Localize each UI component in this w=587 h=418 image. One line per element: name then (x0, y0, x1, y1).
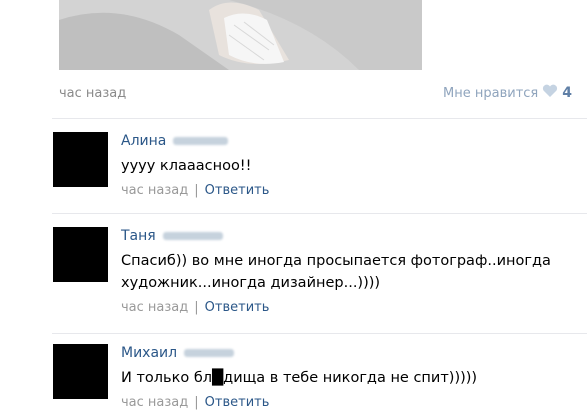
avatar[interactable] (53, 344, 108, 399)
reply-link[interactable]: Ответить (205, 300, 270, 315)
reply-link[interactable]: Ответить (205, 183, 270, 198)
avatar[interactable] (53, 227, 108, 282)
blurred-surname (162, 232, 223, 240)
divider (52, 333, 587, 334)
like-count: 4 (562, 85, 572, 101)
divider (52, 213, 587, 214)
blurred-surname (184, 349, 235, 357)
post-time[interactable]: час назад (59, 86, 126, 101)
like-label: Мне нравится (443, 85, 539, 101)
comment-text: И только бл█дища в тебе никогда не спит)… (121, 370, 478, 386)
like-button[interactable]: Мне нравится 4 (443, 84, 572, 102)
meta-separator: | (194, 300, 199, 315)
post-photo[interactable] (59, 0, 422, 70)
heart-icon (542, 84, 558, 102)
author-name[interactable]: Михаил (121, 345, 177, 361)
avatar[interactable] (53, 132, 108, 187)
comment-author[interactable]: Алина (121, 132, 587, 150)
comment-author[interactable]: Таня (121, 227, 587, 245)
meta-separator: | (194, 183, 199, 198)
comment-author[interactable]: Михаил (121, 344, 587, 362)
comment-time[interactable]: час назад (121, 395, 188, 410)
comment-time[interactable]: час назад (121, 183, 188, 198)
divider (52, 118, 587, 119)
comment-text: Спасиб)) во мне иногда просыпается фотог… (121, 253, 551, 291)
meta-separator: | (194, 395, 199, 410)
blurred-surname (173, 137, 229, 145)
author-name[interactable]: Таня (121, 228, 156, 244)
comment-text: уууу клааасноо!! (121, 158, 252, 174)
reply-link[interactable]: Ответить (205, 395, 270, 410)
author-name[interactable]: Алина (121, 133, 166, 149)
comment-time[interactable]: час назад (121, 300, 188, 315)
